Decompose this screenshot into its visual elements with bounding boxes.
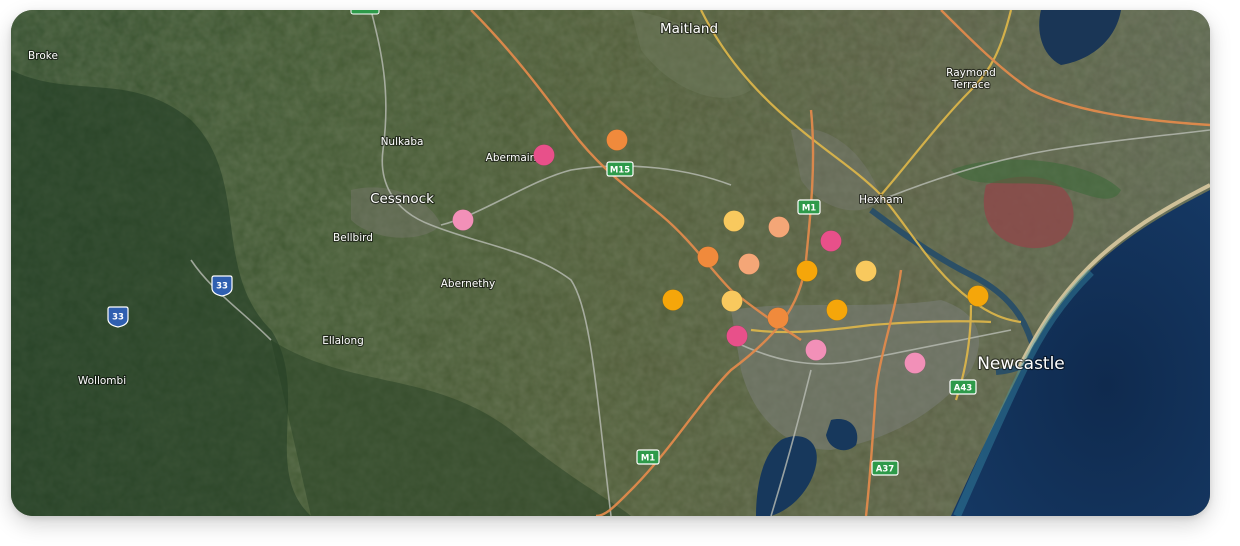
map-marker[interactable] xyxy=(738,253,760,275)
map-marker[interactable] xyxy=(452,209,474,231)
route-shield-33-b: 33 xyxy=(107,306,129,328)
map-canvas[interactable]: Maitland Broke Raymond Terrace Nulkaba A… xyxy=(11,10,1210,516)
place-label-raymond-terrace-1: Raymond xyxy=(946,67,996,79)
svg-text:M1: M1 xyxy=(641,454,655,464)
place-label-bellbird: Bellbird xyxy=(333,232,373,244)
route-shield-33-a: 33 xyxy=(211,275,233,297)
map-marker[interactable] xyxy=(662,289,684,311)
svg-text:33: 33 xyxy=(216,282,228,292)
map-marker[interactable] xyxy=(796,260,818,282)
map-marker[interactable] xyxy=(723,210,745,232)
svg-text:A43: A43 xyxy=(954,384,972,394)
place-label-nulkaba: Nulkaba xyxy=(381,136,424,148)
route-shield-top xyxy=(350,10,380,15)
map-marker[interactable] xyxy=(855,260,877,282)
map-marker[interactable] xyxy=(767,307,789,329)
place-label-wollombi: Wollombi xyxy=(78,375,126,387)
route-shield-a43: A43 xyxy=(949,379,977,395)
place-label-abermain: Abermain xyxy=(486,152,537,164)
place-label-raymond-terrace-2: Terrace xyxy=(951,79,990,91)
place-label-cessnock: Cessnock xyxy=(370,191,434,207)
map-marker[interactable] xyxy=(904,352,926,374)
map-card: Maitland Broke Raymond Terrace Nulkaba A… xyxy=(11,10,1210,516)
map-marker[interactable] xyxy=(721,290,743,312)
map-marker[interactable] xyxy=(697,246,719,268)
place-label-newcastle: Newcastle xyxy=(977,354,1065,374)
route-shield-m15: M15 xyxy=(606,161,634,177)
map-marker[interactable] xyxy=(606,129,628,151)
route-shield-m1-south: M1 xyxy=(636,449,660,465)
route-shield-a37: A37 xyxy=(871,460,899,476)
map-marker[interactable] xyxy=(826,299,848,321)
place-label-maitland: Maitland xyxy=(660,21,718,37)
place-label-ellalong: Ellalong xyxy=(322,335,364,347)
map-marker[interactable] xyxy=(967,285,989,307)
place-label-broke: Broke xyxy=(28,50,58,62)
map-marker[interactable] xyxy=(533,144,555,166)
svg-text:33: 33 xyxy=(112,313,124,323)
map-marker[interactable] xyxy=(820,230,842,252)
svg-text:M1: M1 xyxy=(802,204,816,214)
map-marker[interactable] xyxy=(726,325,748,347)
place-label-hexham: Hexham xyxy=(859,194,903,206)
map-marker[interactable] xyxy=(768,216,790,238)
map-marker[interactable] xyxy=(805,339,827,361)
place-label-abernethy: Abernethy xyxy=(441,278,496,290)
route-shield-m1-north: M1 xyxy=(797,199,821,215)
svg-text:M15: M15 xyxy=(610,166,630,176)
svg-text:A37: A37 xyxy=(876,465,894,475)
